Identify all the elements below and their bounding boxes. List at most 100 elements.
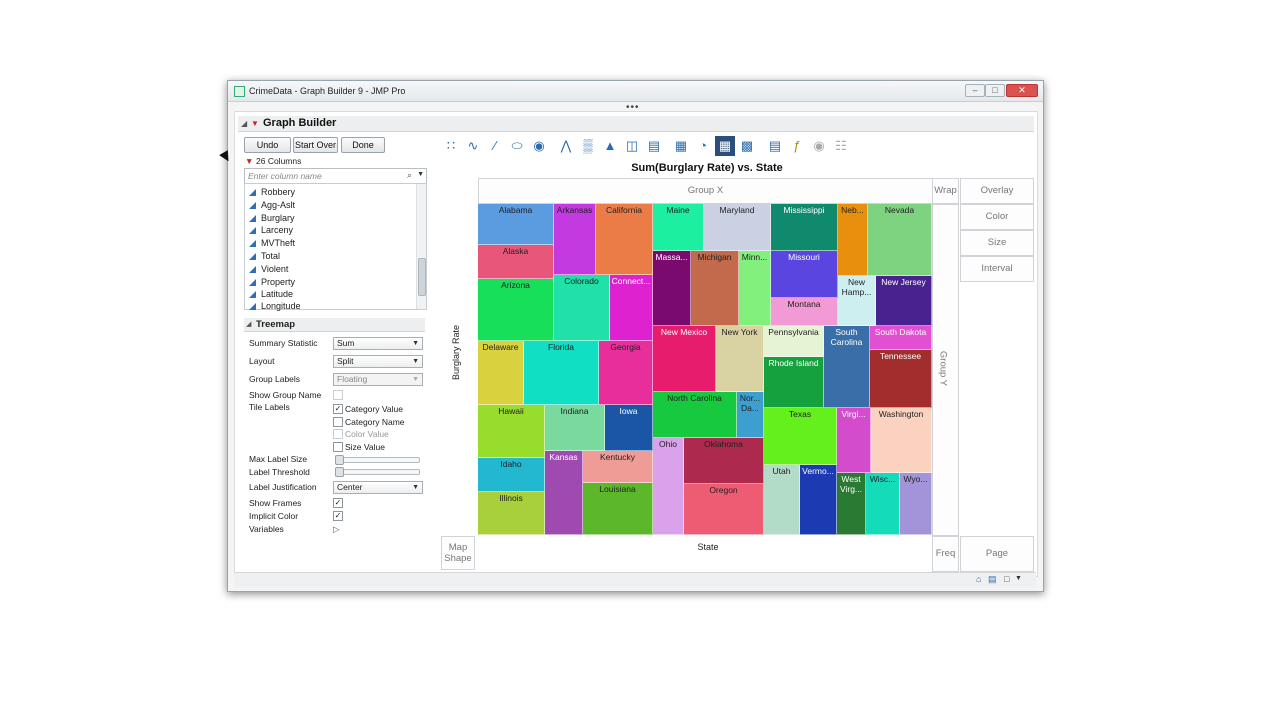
close-button[interactable]: ✕	[1006, 84, 1038, 97]
treemap-tile-illinois[interactable]: Illinois	[478, 492, 545, 535]
column-item-larceny[interactable]: Larceny	[249, 225, 293, 235]
red-triangle-menu-icon[interactable]: ▼	[251, 119, 259, 128]
treemap-tile-iowa[interactable]: Iowa	[605, 405, 653, 451]
column-item-burglary[interactable]: Burglary	[249, 213, 295, 223]
layout-select[interactable]: Split ▼	[333, 355, 423, 368]
columns-menu-icon[interactable]: ▼	[245, 156, 253, 166]
treemap-tile-alabama[interactable]: Alabama	[478, 204, 554, 245]
points-icon[interactable]: ∷	[441, 136, 461, 156]
color-zone[interactable]: Color	[960, 204, 1034, 230]
bar-icon[interactable]: ▒	[578, 136, 598, 156]
heatmap-icon[interactable]: ▦	[671, 136, 691, 156]
disclosure-triangle-icon[interactable]: ◢	[246, 320, 251, 328]
box-plot-icon[interactable]: ◫	[622, 136, 642, 156]
freq-zone[interactable]: Freq	[932, 536, 959, 572]
group-y-zone[interactable]: Group Y	[932, 204, 959, 536]
column-list-scrollbar[interactable]	[416, 184, 426, 309]
treemap-tile-maryland[interactable]: Maryland	[704, 204, 771, 251]
undo-button[interactable]: Undo	[244, 137, 291, 153]
treemap-tile-massachusetts[interactable]: Massa...	[653, 251, 691, 326]
maximize-button[interactable]: □	[985, 84, 1005, 97]
treemap-tile-nevada[interactable]: Nevada	[868, 204, 932, 276]
size-value-checkbox[interactable]	[333, 442, 343, 452]
treemap-tile-hawaii[interactable]: Hawaii	[478, 405, 545, 458]
treemap-tile-vermont[interactable]: Vermo...	[800, 465, 837, 535]
treemap-tile-virginia[interactable]: Virgi...	[837, 408, 871, 473]
category-value-checkbox[interactable]: ✓	[333, 404, 343, 414]
start-over-button[interactable]: Start Over	[293, 137, 338, 153]
slider-knob[interactable]	[335, 455, 344, 465]
treemap-icon[interactable]: ▦	[715, 136, 735, 156]
treemap-tile-arkansas[interactable]: Arkansas	[554, 204, 596, 275]
treemap-tile-ohio[interactable]: Ohio	[653, 438, 684, 535]
treemap-tile-arizona[interactable]: Arizona	[478, 279, 554, 341]
treemap-tile-georgia[interactable]: Georgia	[599, 341, 653, 405]
treemap-tile-kentucky[interactable]: Kentucky	[583, 451, 653, 483]
treemap-tile-rhode-island[interactable]: Rhode Island	[764, 357, 824, 408]
treemap-tile-alaska[interactable]: Alaska	[478, 245, 554, 279]
disclosure-triangle-icon[interactable]: ▷	[333, 524, 340, 535]
contour-icon[interactable]: ◉	[529, 136, 549, 156]
treemap-tile-kansas[interactable]: Kansas	[545, 451, 583, 535]
caption-box-icon[interactable]: ▤	[765, 136, 785, 156]
implicit-color-checkbox[interactable]: ✓	[333, 511, 343, 521]
label-justification-select[interactable]: Center ▼	[333, 481, 423, 494]
column-search-input[interactable]: Enter column name ⌕ ▼	[244, 168, 427, 184]
treemap-tile-idaho[interactable]: Idaho	[478, 458, 545, 492]
table-icon[interactable]: ▤	[988, 574, 997, 585]
line-of-fit-icon[interactable]: ∕	[485, 136, 505, 156]
map-shape-zone[interactable]: Map Shape	[441, 536, 475, 570]
size-zone[interactable]: Size	[960, 230, 1034, 256]
chevron-down-icon[interactable]: ▼	[1015, 575, 1022, 582]
treemap-tile-colorado[interactable]: Colorado	[554, 275, 610, 341]
treemap-tile-south-carolina[interactable]: South Carolina	[824, 326, 870, 408]
map-shapes-icon[interactable]: ◉	[809, 136, 829, 156]
summary-statistic-select[interactable]: Sum ▼	[333, 337, 423, 350]
column-item-mvtheft[interactable]: MVTheft	[249, 238, 295, 248]
histogram-icon[interactable]: ▤	[644, 136, 664, 156]
page-zone[interactable]: Page	[960, 536, 1034, 572]
column-item-violent[interactable]: Violent	[249, 264, 288, 274]
treemap-tile-utah[interactable]: Utah	[764, 465, 800, 535]
column-item-agg-aslt[interactable]: Agg-Aslt	[249, 200, 295, 210]
treemap-tile-connecticut[interactable]: Connect...	[610, 275, 653, 341]
area-icon[interactable]: ▲	[600, 136, 620, 156]
column-item-total[interactable]: Total	[249, 251, 280, 261]
slider-knob[interactable]	[335, 467, 344, 477]
treemap-tile-maine[interactable]: Maine	[653, 204, 704, 251]
home-icon[interactable]: ⌂	[976, 574, 981, 584]
treemap-tile-montana[interactable]: Montana	[771, 298, 838, 326]
treemap-tile-michigan[interactable]: Michigan	[691, 251, 739, 326]
category-name-checkbox[interactable]	[333, 417, 343, 427]
treemap-tile-pennsylvania[interactable]: Pennsylvania	[764, 326, 824, 357]
treemap-tile-minnesota[interactable]: Minn...	[739, 251, 771, 326]
ellipse-icon[interactable]: ⬭	[507, 136, 527, 156]
treemap-tile-mississippi[interactable]: Mississippi	[771, 204, 838, 251]
treemap-tile-new-york[interactable]: New York	[716, 326, 764, 392]
column-item-latitude[interactable]: Latitude	[249, 289, 293, 299]
mosaic-icon[interactable]: ▩	[737, 136, 757, 156]
treemap-tile-new-mexico[interactable]: New Mexico	[653, 326, 716, 392]
treemap-tile-delaware[interactable]: Delaware	[478, 341, 524, 405]
formula-icon[interactable]: ƒ	[787, 136, 807, 156]
treemap-tile-washington[interactable]: Washington	[871, 408, 932, 473]
treemap-tile-florida[interactable]: Florida	[524, 341, 599, 405]
treemap-tile-missouri[interactable]: Missouri	[771, 251, 838, 298]
column-item-longitude[interactable]: Longitude	[249, 301, 301, 311]
treemap-tile-wisconsin[interactable]: Wisc...	[866, 473, 900, 535]
treemap-tile-texas[interactable]: Texas	[764, 408, 837, 465]
treemap-tile-north-carolina[interactable]: North Carolina	[653, 392, 737, 438]
chevron-down-icon[interactable]: ▼	[417, 171, 424, 178]
wrap-zone[interactable]: Wrap	[932, 178, 959, 204]
column-item-property[interactable]: Property	[249, 277, 295, 287]
treemap-chart[interactable]: Alabama Alaska Arizona Arkansas California Co…	[478, 204, 932, 535]
treemap-tile-north-dakota[interactable]: Nor... Da...	[737, 392, 764, 438]
window-icon[interactable]: □	[1004, 574, 1009, 584]
treemap-tile-new-hampshire[interactable]: New Hamp...	[838, 276, 876, 326]
treemap-panel-header[interactable]: ◢ Treemap	[244, 318, 425, 332]
group-x-zone[interactable]: Group X	[478, 178, 933, 204]
treemap-tile-oklahoma[interactable]: Oklahoma	[684, 438, 764, 484]
treemap-tile-louisiana[interactable]: Louisiana	[583, 483, 653, 535]
overlay-zone[interactable]: Overlay	[960, 178, 1034, 204]
parallel-icon[interactable]: ☷	[831, 136, 851, 156]
